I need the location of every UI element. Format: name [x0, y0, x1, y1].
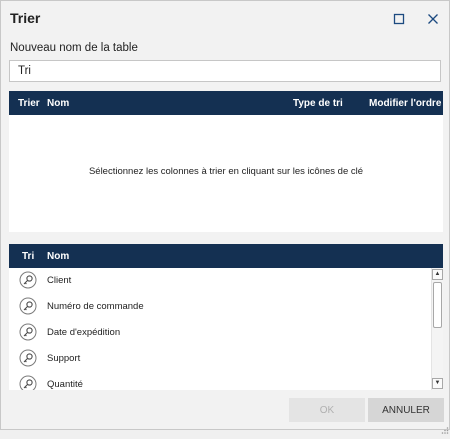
header-nom: Nom	[47, 251, 70, 262]
available-columns-panel: Tri Nom Client Numéro de commande Date d…	[9, 244, 443, 390]
cancel-button[interactable]: ANNULER	[368, 398, 444, 422]
sort-table-header: Trier Nom Type de tri Modifier l'ordre	[9, 91, 443, 115]
header-type-de-tri: Type de tri	[293, 98, 343, 109]
list-item[interactable]: Support	[9, 346, 431, 372]
columns-table-header: Tri Nom	[9, 244, 443, 268]
key-icon[interactable]	[19, 375, 37, 390]
ok-button[interactable]: OK	[289, 398, 365, 422]
table-name-input[interactable]	[9, 60, 441, 82]
title-bar: Trier	[1, 1, 449, 37]
list-item[interactable]: Date d'expédition	[9, 320, 431, 346]
column-label: Support	[47, 353, 81, 364]
column-label: Quantité	[47, 379, 83, 390]
header-trier: Trier	[18, 98, 40, 109]
list-item[interactable]: Client	[9, 268, 431, 294]
resize-grip-icon[interactable]	[441, 421, 449, 434]
sort-dialog: Trier Nouveau nom de la table Trier Nom …	[0, 0, 450, 434]
dialog-title: Trier	[10, 10, 41, 26]
scroll-up-icon[interactable]: ▲	[432, 269, 443, 280]
table-name-label: Nouveau nom de la table	[10, 42, 138, 54]
header-nom: Nom	[47, 98, 70, 109]
column-label: Numéro de commande	[47, 301, 144, 312]
header-modifier-ordre: Modifier l'ordre	[369, 98, 442, 109]
sort-columns-panel: Trier Nom Type de tri Modifier l'ordre S…	[9, 91, 443, 232]
close-icon[interactable]	[423, 9, 443, 29]
key-icon[interactable]	[19, 323, 37, 341]
column-label: Date d'expédition	[47, 327, 121, 338]
header-tri: Tri	[22, 251, 35, 262]
list-item[interactable]: Quantité	[9, 372, 431, 390]
columns-list: Client Numéro de commande Date d'expédit…	[9, 268, 431, 390]
key-icon[interactable]	[19, 349, 37, 367]
scroll-down-icon[interactable]: ▼	[432, 378, 443, 389]
maximize-icon[interactable]	[389, 9, 409, 29]
list-item[interactable]: Numéro de commande	[9, 294, 431, 320]
empty-sort-message: Sélectionnez les colonnes à trier en cli…	[88, 166, 364, 177]
key-icon[interactable]	[19, 271, 37, 289]
column-label: Client	[47, 275, 72, 286]
scroll-thumb[interactable]	[433, 282, 442, 328]
key-icon[interactable]	[19, 297, 37, 315]
columns-scrollbar[interactable]: ▲ ▼	[431, 268, 443, 390]
